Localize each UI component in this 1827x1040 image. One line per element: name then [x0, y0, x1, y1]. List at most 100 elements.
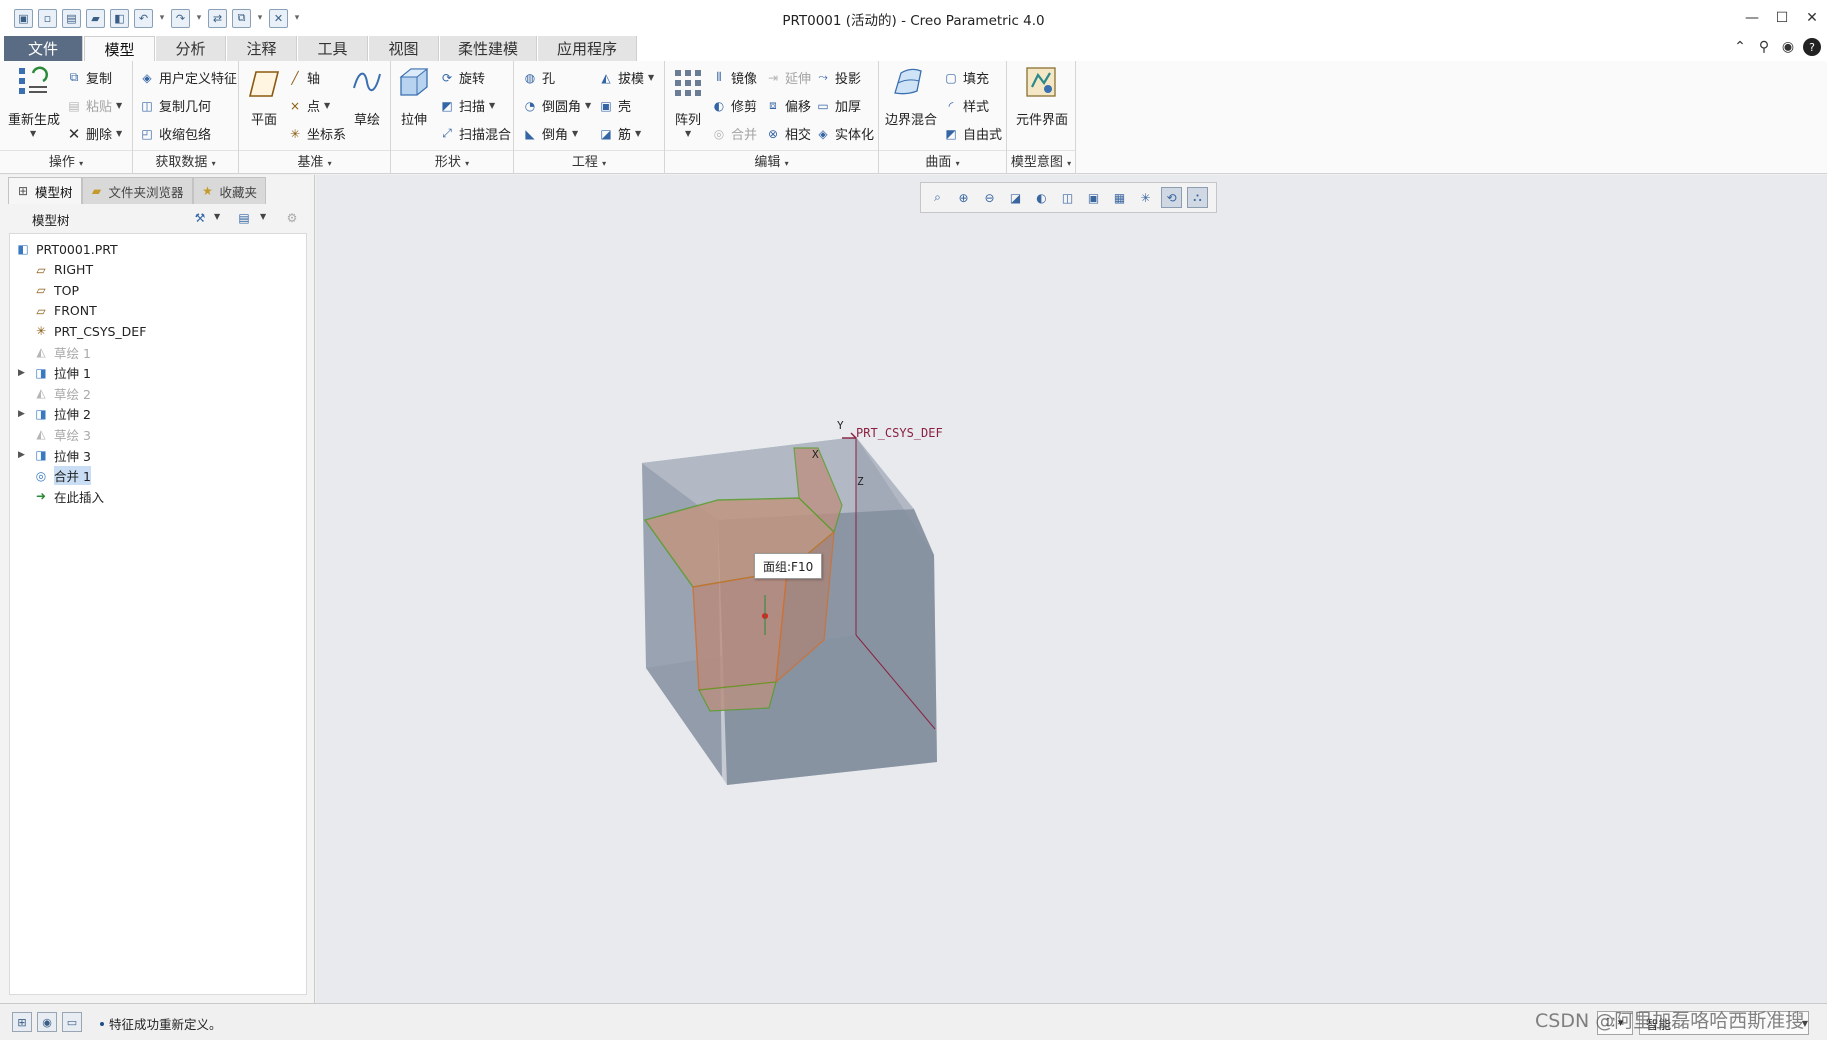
round-button[interactable]: ◔ 倒圆角 ▼	[522, 96, 591, 116]
extrude-icon[interactable]	[397, 65, 431, 99]
extrude-label[interactable]: 拉伸	[401, 109, 427, 128]
hole-button[interactable]: ◍ 孔	[522, 68, 555, 88]
merge-button[interactable]: ◎ 合并	[711, 124, 757, 144]
copy-geometry-button[interactable]: ◫ 复制几何	[139, 96, 211, 116]
group-title-surfaces[interactable]: 曲面 ▾	[879, 150, 1006, 174]
regenerate-label[interactable]: 重新生成	[8, 109, 60, 128]
mirror-button[interactable]: ⫴ 镜像	[711, 68, 757, 87]
tree-node[interactable]: ✳ PRT_CSYS_DEF	[32, 320, 146, 342]
undo-icon[interactable]: ↶	[134, 8, 153, 28]
close-window-button[interactable]: ✕	[1797, 0, 1827, 36]
swept-blend-button[interactable]: ⤢ 扫描混合	[439, 124, 511, 143]
close-icon[interactable]: ✕	[269, 8, 288, 28]
minimize-button[interactable]: —	[1737, 0, 1767, 36]
tab-file[interactable]: 文件	[4, 36, 83, 61]
tree-show-dropdown-icon[interactable]: ▼	[260, 212, 266, 221]
tab-flexible-modeling[interactable]: 柔性建模	[440, 36, 537, 61]
tree-settings-dropdown-icon[interactable]: ▼	[214, 212, 220, 221]
group-title-get-data[interactable]: 获取数据 ▾	[133, 150, 238, 174]
pattern-dropdown-icon[interactable]: ▼	[685, 129, 691, 138]
tree-node[interactable]: ▱ FRONT	[32, 300, 96, 322]
freestyle-button[interactable]: ◩ 自由式	[943, 124, 1002, 144]
offset-button[interactable]: ⧈ 偏移	[765, 96, 811, 115]
thicken-button[interactable]: ▭ 加厚	[815, 96, 861, 116]
windows-dropdown-icon[interactable]: ▾	[256, 13, 264, 23]
group-title-editing[interactable]: 编辑 ▾	[665, 150, 878, 174]
paste-button[interactable]: ▤ 粘贴 ▼	[66, 96, 122, 116]
tab-model[interactable]: 模型	[84, 36, 155, 61]
group-title-datum[interactable]: 基准 ▾	[239, 150, 390, 174]
revolve-button[interactable]: ⟳ 旋转	[439, 68, 485, 88]
group-title-shapes[interactable]: 形状 ▾	[391, 150, 513, 174]
expand-arrow-icon[interactable]: ▶	[18, 409, 28, 419]
tree-node[interactable]: ▱ RIGHT	[32, 259, 93, 281]
tree-show-icon[interactable]: ▤	[236, 210, 252, 226]
tree-node[interactable]: ◭ 草绘 1	[32, 341, 91, 363]
group-title-operations[interactable]: 操作 ▾	[0, 150, 132, 174]
tree-node[interactable]: ▶ ◨ 拉伸 2	[18, 403, 91, 425]
save-icon[interactable]: ◧	[110, 8, 129, 28]
graphics-window[interactable]: ⌕ ⊕ ⊖ ◪ ◐ ◫ ▣ ▦ ✳ ⟲ ⛬ Y X Z PRT_CSYS_DEF…	[316, 175, 1827, 1003]
tab-annotate[interactable]: 注释	[227, 36, 297, 61]
windows-icon[interactable]: ⧉	[232, 8, 251, 28]
tab-favorites[interactable]: ★ 收藏夹	[192, 177, 267, 204]
community-icon[interactable]: ◉	[1779, 38, 1797, 56]
open-folder-icon[interactable]: ▰	[86, 8, 105, 28]
quilt-front-face[interactable]	[692, 570, 788, 691]
tree-node[interactable]: ▶ ◨ 拉伸 1	[18, 362, 91, 384]
tree-filter-icon[interactable]: ⚙	[284, 210, 300, 226]
customize-icon[interactable]: ▾	[293, 13, 301, 23]
sketch-icon[interactable]	[350, 65, 384, 99]
trim-button[interactable]: ◐ 修剪	[711, 96, 757, 116]
component-interface-icon[interactable]	[1024, 65, 1058, 99]
sweep-button[interactable]: ◩ 扫描 ▼	[439, 96, 495, 116]
help-icon[interactable]: ?	[1803, 38, 1821, 56]
tree-node[interactable]: ◭ 草绘 2	[32, 382, 91, 404]
copy-button[interactable]: ⧉ 复制	[66, 68, 112, 87]
minimize-ribbon-icon[interactable]: ⌃	[1731, 38, 1749, 56]
boundary-blend-label[interactable]: 边界混合	[885, 109, 937, 128]
browser-toggle-icon[interactable]: ◉	[37, 1012, 57, 1032]
group-title-engineering[interactable]: 工程 ▾	[514, 150, 664, 174]
tree-settings-icon[interactable]: ⚒	[192, 210, 208, 226]
rib-button[interactable]: ◪ 筋 ▼	[598, 124, 641, 144]
draft-button[interactable]: ◭ 拔模 ▼	[598, 68, 654, 88]
point-button[interactable]: × 点 ▼	[287, 96, 330, 116]
maximize-button[interactable]: ☐	[1767, 0, 1797, 36]
pattern-label[interactable]: 阵列	[675, 109, 701, 128]
group-title-model-intent[interactable]: 模型意图 ▾	[1007, 150, 1075, 174]
pattern-icon[interactable]	[671, 65, 705, 99]
expand-arrow-icon[interactable]: ▶	[18, 450, 28, 460]
undo-dropdown-icon[interactable]: ▾	[158, 13, 166, 23]
datum-plane-icon[interactable]	[247, 67, 281, 101]
new-icon[interactable]: ▫	[38, 8, 57, 28]
tab-view[interactable]: 视图	[369, 36, 439, 61]
intersect-button[interactable]: ⊗ 相交	[765, 124, 811, 144]
fill-button[interactable]: ▢ 填充	[943, 68, 989, 88]
shell-button[interactable]: ▣ 壳	[598, 96, 631, 116]
shrinkwrap-button[interactable]: ◰ 收缩包络	[139, 124, 211, 144]
boundary-blend-icon[interactable]	[891, 65, 925, 99]
model-view[interactable]: Y X Z PRT_CSYS_DEF	[316, 175, 1827, 1003]
tree-node[interactable]: ◧ PRT0001.PRT	[14, 238, 117, 260]
plane-label[interactable]: 平面	[251, 109, 277, 128]
expand-arrow-icon[interactable]: ▶	[18, 368, 28, 378]
solidify-button[interactable]: ◈ 实体化	[815, 124, 874, 144]
tab-folder-browser[interactable]: ▰ 文件夹浏览器	[81, 177, 193, 204]
tree-node[interactable]: ◎ 合并 1	[32, 465, 91, 487]
tree-node[interactable]: ▶ ◨ 拉伸 3	[18, 444, 91, 466]
axis-button[interactable]: ╱ 轴	[287, 68, 320, 88]
udf-button[interactable]: ◈ 用户定义特征	[139, 68, 237, 88]
extend-button[interactable]: ⇥ 延伸	[765, 68, 811, 88]
regenerate-dropdown-icon[interactable]: ▼	[30, 129, 36, 138]
regenerate-icon[interactable]	[16, 65, 50, 99]
delete-button[interactable]: ✕ 删除 ▼	[66, 124, 122, 144]
navigator-toggle-icon[interactable]: ⊞	[12, 1012, 32, 1032]
tab-tools[interactable]: 工具	[298, 36, 368, 61]
chamfer-button[interactable]: ◣ 倒角 ▼	[522, 124, 578, 144]
component-interface-label[interactable]: 元件界面	[1016, 109, 1068, 128]
redo-icon[interactable]: ↷	[171, 8, 190, 28]
search-icon[interactable]: ⚲	[1755, 38, 1773, 56]
tree-node[interactable]: ▱ TOP	[32, 279, 79, 301]
style-button[interactable]: ◜ 样式	[943, 96, 989, 116]
